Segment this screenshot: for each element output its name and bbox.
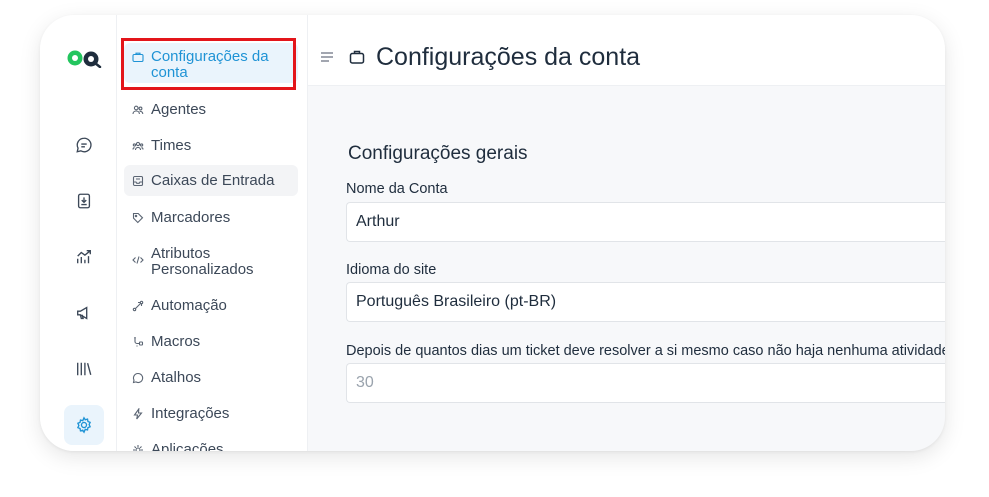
- page-header: Configurações da conta: [308, 15, 945, 86]
- menu-item-label: Times: [151, 137, 192, 154]
- auto-resolve-field[interactable]: [346, 363, 945, 403]
- people-icon: [132, 104, 144, 116]
- settings-menu: Configurações da conta Agentes Times Cai…: [117, 15, 308, 451]
- account-name-field[interactable]: [346, 202, 945, 242]
- language-select[interactable]: Português Brasileiro (pt-BR): [346, 282, 945, 322]
- tag-icon: [132, 212, 144, 224]
- chat-bubble-icon: [76, 137, 92, 153]
- menu-item-macros[interactable]: Macros: [124, 334, 298, 350]
- reports-nav-button[interactable]: [64, 237, 104, 277]
- menu-item-label: Atributos Personalizados: [151, 245, 254, 278]
- macro-icon: [132, 336, 144, 348]
- settings-gear-icon: [76, 416, 92, 434]
- menu-toggle-icon[interactable]: [320, 52, 334, 62]
- menu-item-label: Automação: [151, 297, 227, 314]
- auto-resolve-label: Depois de quantos dias um ticket deve re…: [346, 343, 945, 359]
- account-name-label: Nome da Conta: [346, 181, 448, 197]
- inbox-icon: [132, 175, 144, 187]
- auto-resolve-input[interactable]: [356, 374, 945, 392]
- reports-icon: [77, 250, 91, 264]
- flash-icon: [132, 408, 144, 420]
- menu-item-label: Aplicações: [151, 441, 224, 452]
- menu-item-labels[interactable]: Marcadores: [124, 210, 298, 226]
- conversations-nav-button[interactable]: [64, 125, 104, 165]
- menu-item-inboxes[interactable]: Caixas de Entrada: [124, 165, 298, 196]
- main-panel: Configurações da conta Configurações ger…: [308, 15, 945, 451]
- app-logo-icon: [67, 50, 102, 68]
- menu-item-applications[interactable]: Aplicações: [124, 442, 298, 451]
- menu-item-label: Macros: [151, 333, 201, 350]
- megaphone-icon: [77, 306, 88, 320]
- chat-icon: [132, 372, 144, 384]
- contacts-icon: [77, 193, 91, 209]
- menu-item-teams[interactable]: Times: [124, 138, 298, 154]
- menu-item-account-settings[interactable]: Configurações da conta: [124, 43, 298, 83]
- language-label: Idioma do site: [346, 262, 437, 278]
- menu-item-shortcuts[interactable]: Atalhos: [124, 370, 298, 386]
- menu-item-label: Atalhos: [151, 369, 202, 386]
- menu-item-label: Agentes: [151, 101, 207, 118]
- menu-item-label: Caixas de Entrada: [151, 172, 275, 189]
- menu-item-custom-attributes[interactable]: Atributos Personalizados: [124, 246, 302, 278]
- section-title: Configurações gerais: [348, 143, 528, 164]
- menu-item-integrations[interactable]: Integrações: [124, 406, 298, 422]
- team-icon: [132, 140, 144, 152]
- library-nav-button[interactable]: [64, 349, 104, 389]
- settings-nav-button[interactable]: [64, 405, 104, 445]
- primary-nav-rail: [40, 15, 117, 451]
- menu-item-label: Marcadores: [151, 209, 231, 226]
- app-window: Configurações da conta Agentes Times Cai…: [40, 15, 945, 451]
- page-title: Configurações da conta: [376, 43, 641, 71]
- menu-item-automation[interactable]: Automação: [124, 298, 298, 314]
- briefcase-icon: [132, 51, 144, 63]
- campaigns-nav-button[interactable]: [64, 293, 104, 333]
- contacts-nav-button[interactable]: [64, 181, 104, 221]
- automation-icon: [132, 300, 144, 312]
- menu-item-label: Integrações: [151, 405, 230, 422]
- briefcase-icon: [349, 50, 365, 64]
- menu-item-label: Configurações da conta: [151, 48, 269, 81]
- code-icon: [132, 254, 144, 266]
- menu-item-agents[interactable]: Agentes: [124, 102, 298, 118]
- account-name-input[interactable]: [356, 213, 945, 231]
- apps-icon: [132, 444, 144, 451]
- language-selected-value: Português Brasileiro (pt-BR): [356, 293, 557, 310]
- library-icon: [77, 362, 92, 376]
